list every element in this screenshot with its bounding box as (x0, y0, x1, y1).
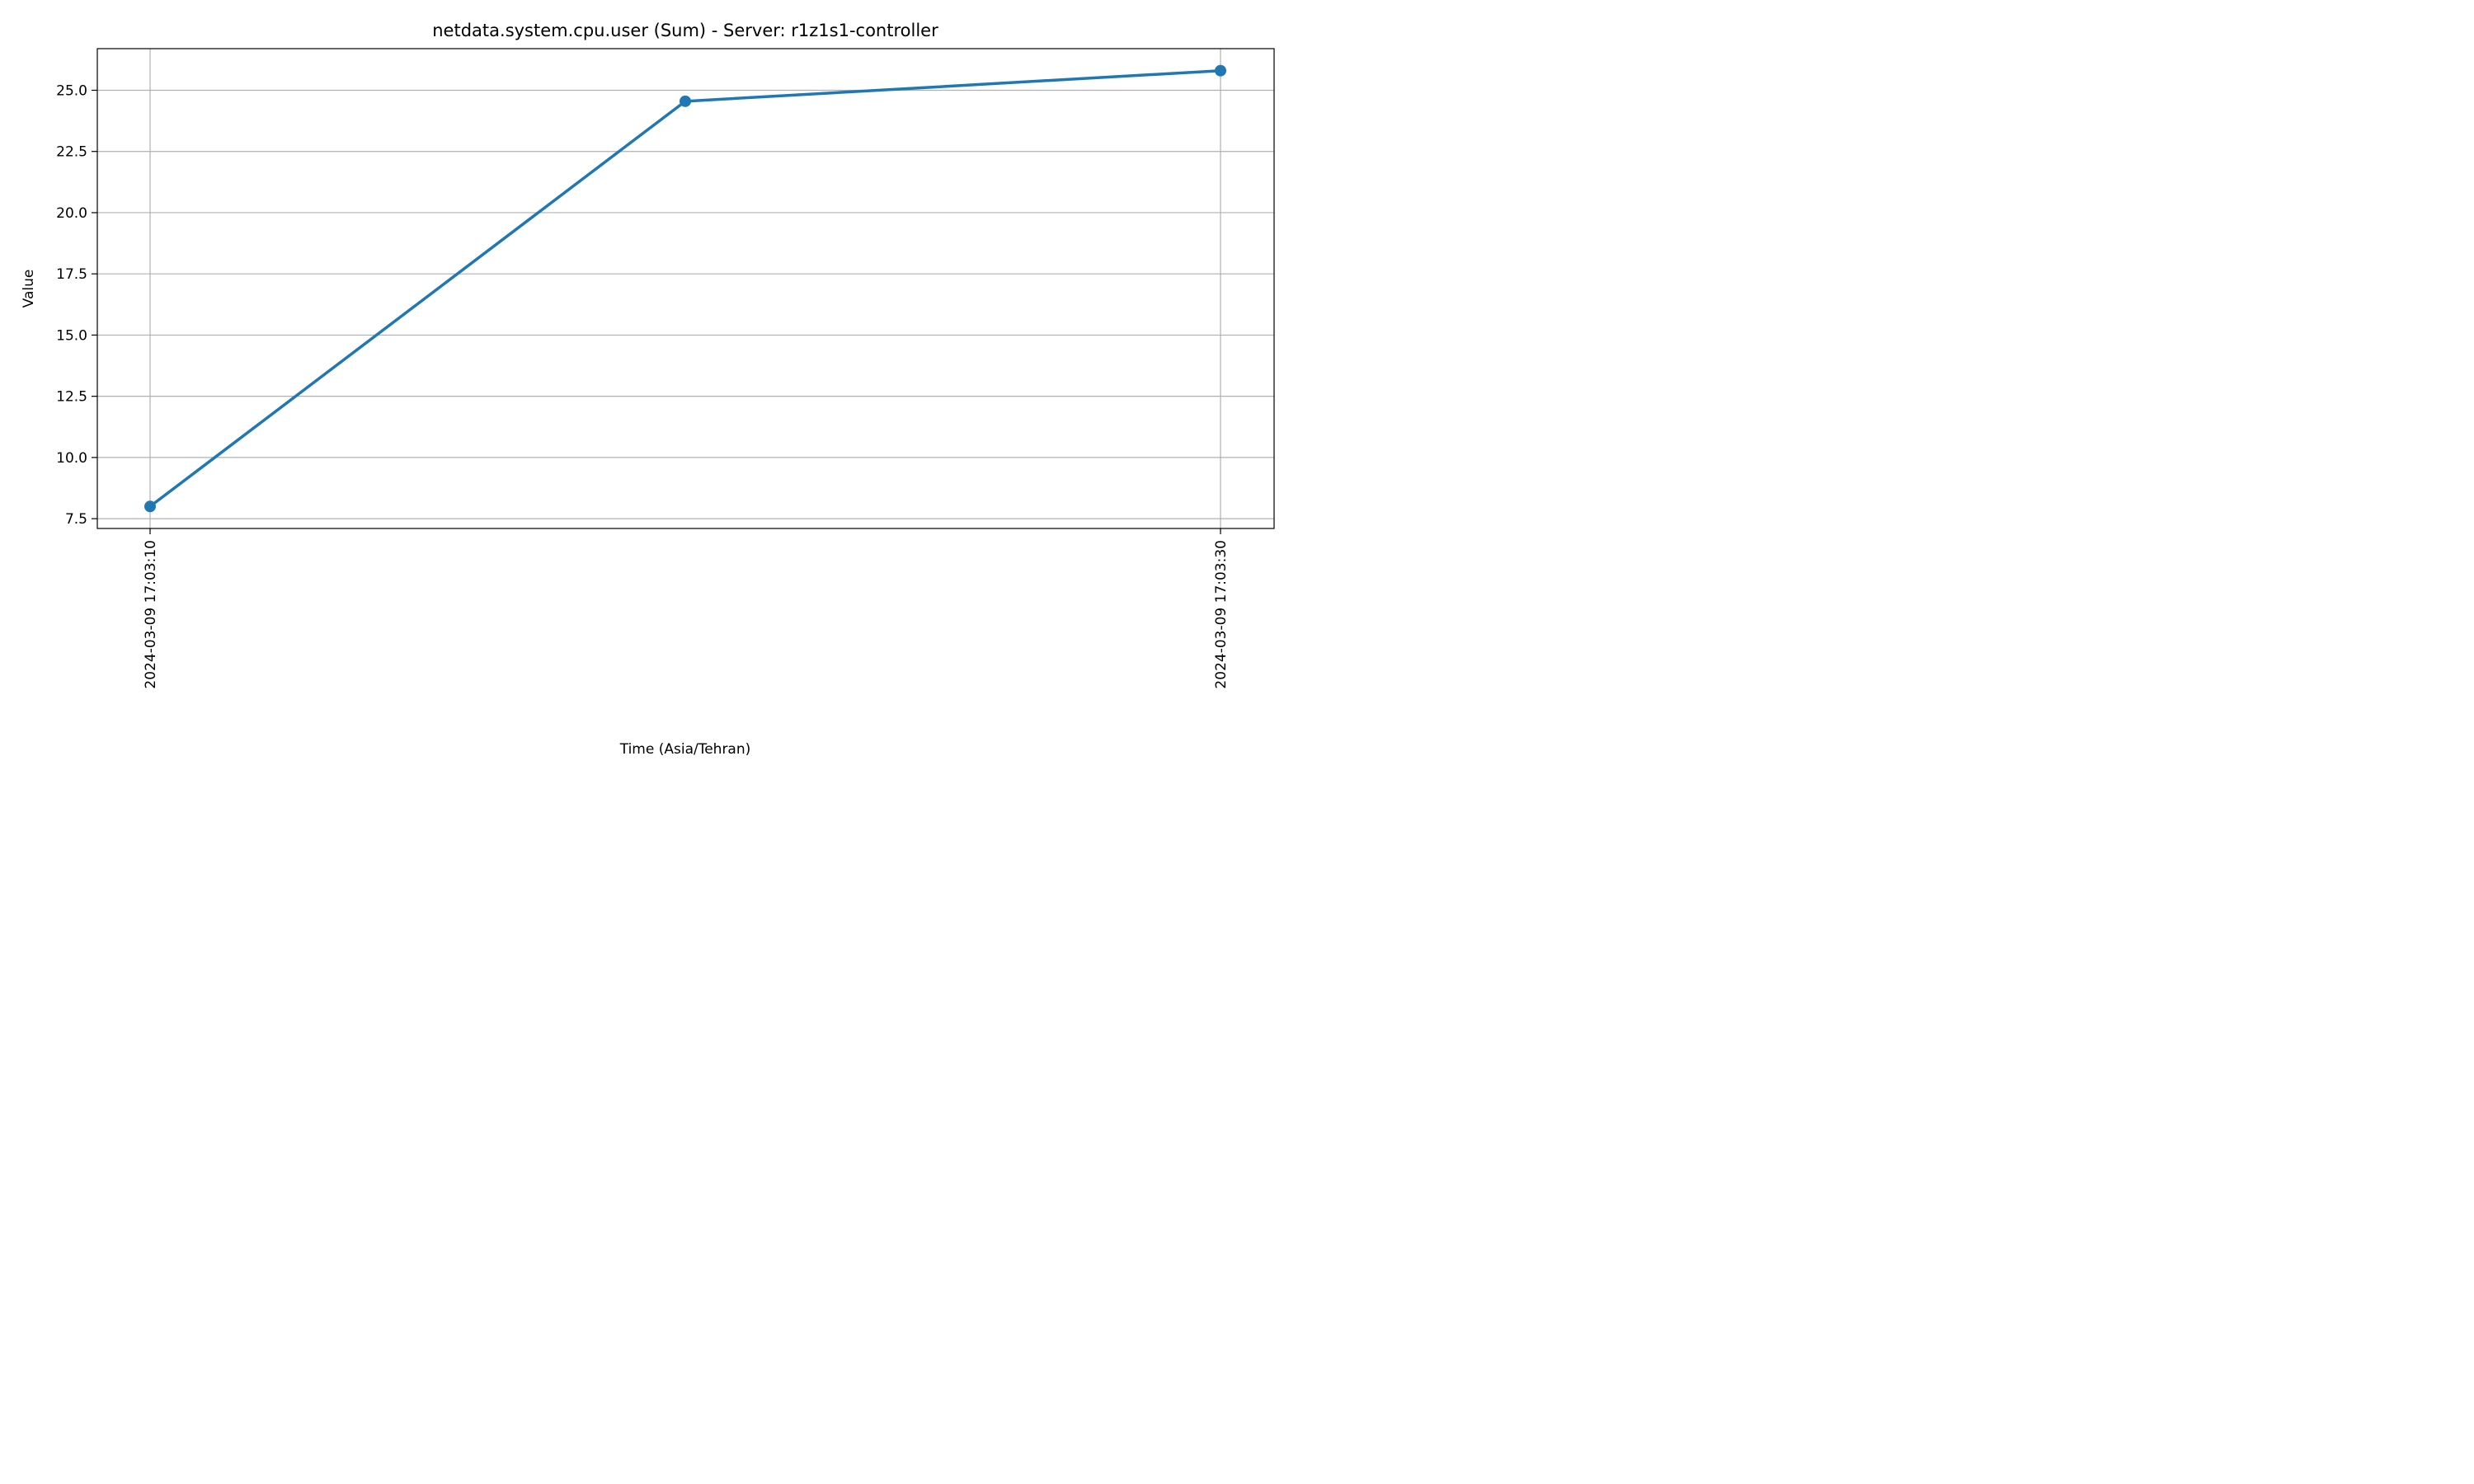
y-tick-label: 12.5 (56, 389, 87, 406)
data-point (144, 500, 156, 513)
y-tick-label: 15.0 (56, 327, 87, 344)
y-axis-title: Value (21, 270, 37, 308)
line-chart: 7.5 10.0 12.5 15.0 17.5 20.0 22.5 25.0 2024-03-0… (0, 0, 1293, 776)
chart-background (0, 0, 1293, 776)
y-tick-label: 7.5 (65, 511, 87, 528)
x-tick-label: 2024-03-09 17:03:10 (143, 540, 159, 689)
y-tick-label: 22.5 (56, 144, 87, 161)
data-point (680, 95, 691, 107)
chart-title: netdata.system.cpu.user (Sum) - Server: … (432, 21, 938, 40)
x-axis-title: Time (Asia/Tehran) (619, 741, 751, 758)
y-tick-label: 17.5 (56, 266, 87, 283)
y-tick-label: 10.0 (56, 450, 87, 467)
data-point (1215, 64, 1226, 77)
y-tick-label: 20.0 (56, 205, 87, 222)
y-tick-label: 25.0 (56, 82, 87, 99)
x-tick-label: 2024-03-09 17:03:30 (1213, 540, 1230, 689)
